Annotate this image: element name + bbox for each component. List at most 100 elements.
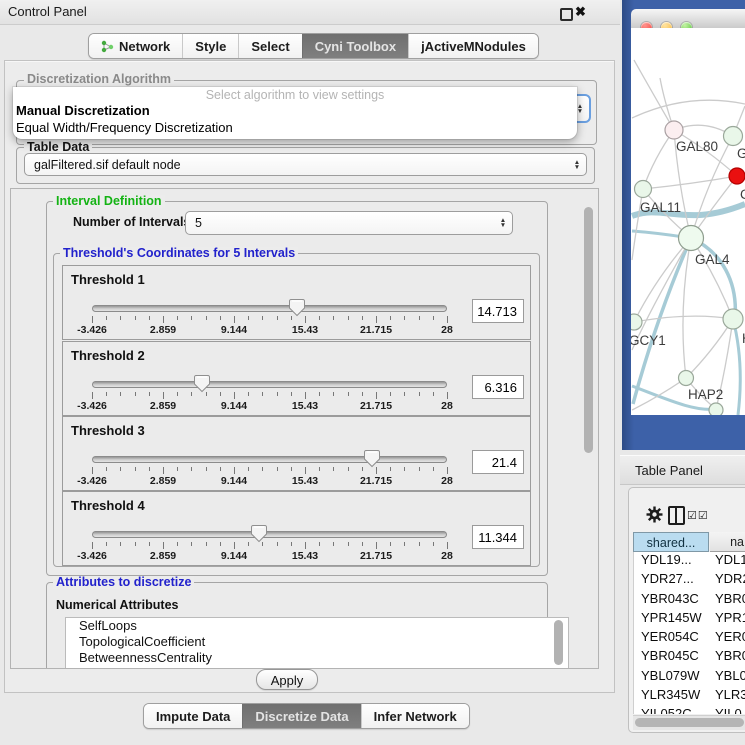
threshold-slider-thumb[interactable] <box>364 449 380 468</box>
network-node-GAL80[interactable] <box>665 121 683 139</box>
threshold-slider-track[interactable] <box>92 456 447 463</box>
tab-discretize-data[interactable]: Discretize Data <box>242 704 360 728</box>
float-window-icon[interactable] <box>560 8 573 21</box>
table-row[interactable]: YLR345WYLR3 <box>634 687 745 706</box>
tab-infer-network[interactable]: Infer Network <box>361 704 469 728</box>
tab-cyni-toolbox[interactable]: Cyni Toolbox <box>302 34 408 58</box>
network-edge[interactable] <box>683 238 691 378</box>
column-header-shared-name[interactable]: shared... <box>633 532 709 552</box>
table-row[interactable]: YDL19...YDL1 <box>634 552 745 571</box>
network-node-GCY1[interactable] <box>631 314 642 330</box>
threshold-value-field[interactable]: 11.344 <box>472 525 524 549</box>
slider-tick <box>305 316 306 323</box>
attribute-item-topologicalcoefficient[interactable]: TopologicalCoefficient <box>66 634 568 650</box>
apply-button[interactable]: Apply <box>256 669 318 690</box>
cell-shared-name: YDR27... <box>634 571 710 586</box>
attribute-item-selfloops[interactable]: SelfLoops <box>66 618 568 634</box>
network-window-titlebar[interactable] <box>631 9 745 29</box>
network-node-GAL4[interactable] <box>679 226 704 251</box>
slider-tick <box>433 316 434 320</box>
table-row[interactable]: YDR27...YDR2 <box>634 571 745 590</box>
network-edge[interactable] <box>634 60 674 130</box>
network-node-HAP2[interactable] <box>679 371 694 386</box>
table-row[interactable]: YIL052CYIL0 <box>634 706 745 714</box>
threshold-value-field[interactable]: 21.4 <box>472 450 524 474</box>
network-canvas[interactable]: GAL80GACGAL11GAL4GCY1HHAP2 <box>631 28 745 415</box>
table-row[interactable]: YER054CYER0 <box>634 629 745 648</box>
dropdown-option-equal-width[interactable]: Equal Width/Frequency Discretization <box>13 119 577 136</box>
slider-tick <box>262 316 263 320</box>
table-data-value: galFiltered.sif default node <box>25 158 568 172</box>
column-header-name[interactable]: na <box>710 532 745 552</box>
slider-tick <box>220 467 221 471</box>
threshold-slider-thumb[interactable] <box>289 298 305 317</box>
table-row[interactable]: YBR045CYBR0 <box>634 648 745 667</box>
table-panel-body: ☑☑ shared... na YDL19...YDL1YDR27...YDR2… <box>628 487 745 733</box>
slider-tick <box>419 316 420 320</box>
dropdown-option-manual[interactable]: Manual Discretization <box>13 102 577 119</box>
combobox-stepper-icon[interactable]: ▲▼ <box>494 218 512 228</box>
threshold-slider-track[interactable] <box>92 381 447 388</box>
slider-tick <box>419 467 420 471</box>
slider-tick <box>447 467 448 474</box>
tab-impute-data[interactable]: Impute Data <box>144 704 242 728</box>
network-edge[interactable] <box>643 176 737 189</box>
network-edge[interactable] <box>686 319 733 378</box>
slider-tick <box>404 316 405 320</box>
slider-tick <box>92 316 93 323</box>
threshold-label: Threshold 2 <box>71 348 145 363</box>
tab-jactivemnodules[interactable]: jActiveMNodules <box>408 34 538 58</box>
slider-tick <box>163 316 164 323</box>
gear-icon[interactable] <box>646 506 663 523</box>
network-node-partial[interactable] <box>709 403 723 415</box>
select-columns-icon[interactable]: ☑☑ <box>687 509 709 522</box>
network-node-GA[interactable] <box>724 127 743 146</box>
threshold-panel-2: Threshold 2-3.4262.8599.14415.4321.71528… <box>62 341 531 416</box>
slider-tick <box>348 467 349 471</box>
threshold-slider-track[interactable] <box>92 531 447 538</box>
threshold-label: Threshold 3 <box>71 423 145 438</box>
number-of-intervals-combobox[interactable]: 5 ▲▼ <box>185 211 513 235</box>
network-edge[interactable] <box>632 100 745 118</box>
network-node-H[interactable] <box>723 309 743 329</box>
viewport-scrollbar[interactable] <box>584 207 593 453</box>
attribute-item-betweennesscentrality[interactable]: BetweennessCentrality <box>66 650 568 666</box>
tab-style[interactable]: Style <box>182 34 238 58</box>
horizontal-scrollbar-thumb[interactable] <box>635 718 744 727</box>
slider-tick <box>348 542 349 546</box>
slider-scale-label: 15.43 <box>275 324 335 336</box>
table-row[interactable]: YBR043CYBR0 <box>634 591 745 610</box>
network-node-red-node[interactable] <box>729 168 745 184</box>
threshold-slider-thumb[interactable] <box>251 524 267 543</box>
table-panel-title: Table Panel <box>635 463 703 478</box>
threshold-value-field[interactable]: 6.316 <box>472 375 524 399</box>
network-edge[interactable] <box>643 130 674 189</box>
table-row[interactable]: YPR145WYPR1 <box>634 610 745 629</box>
slider-tick <box>447 392 448 399</box>
slider-tick <box>120 316 121 320</box>
slider-tick <box>433 467 434 471</box>
close-icon[interactable]: ✖ <box>575 4 586 20</box>
slider-tick <box>362 467 363 471</box>
threshold-slider-track[interactable] <box>92 305 447 312</box>
control-panel-titlebar[interactable]: Control Panel ✖ <box>0 0 620 25</box>
table-row[interactable]: YBL079WYBL0 <box>634 668 745 687</box>
numerical-attributes-list[interactable]: SelfLoopsTopologicalCoefficientBetweenne… <box>65 617 569 669</box>
attributes-list-scrollbar[interactable] <box>554 620 563 665</box>
horizontal-scrollbar-track[interactable] <box>633 715 745 730</box>
tab-network[interactable]: Network <box>89 34 182 58</box>
tab-select[interactable]: Select <box>238 34 301 58</box>
network-node-GAL11[interactable] <box>635 181 652 198</box>
combobox-stepper-icon[interactable]: ▲▼ <box>568 160 586 170</box>
network-edge[interactable] <box>733 319 740 415</box>
slider-tick <box>319 542 320 546</box>
cell-shared-name: YDL19... <box>634 552 710 567</box>
table-data-combobox[interactable]: galFiltered.sif default node ▲▼ <box>24 153 587 176</box>
threshold-value-field[interactable]: 14.713 <box>472 299 524 323</box>
table-panel-titlebar[interactable]: Table Panel <box>620 455 745 485</box>
slider-scale-label: 15.43 <box>275 550 335 562</box>
slider-tick <box>234 316 235 323</box>
network-edge[interactable] <box>691 238 735 319</box>
column-layout-icon[interactable] <box>668 506 685 525</box>
threshold-slider-thumb[interactable] <box>194 374 210 393</box>
